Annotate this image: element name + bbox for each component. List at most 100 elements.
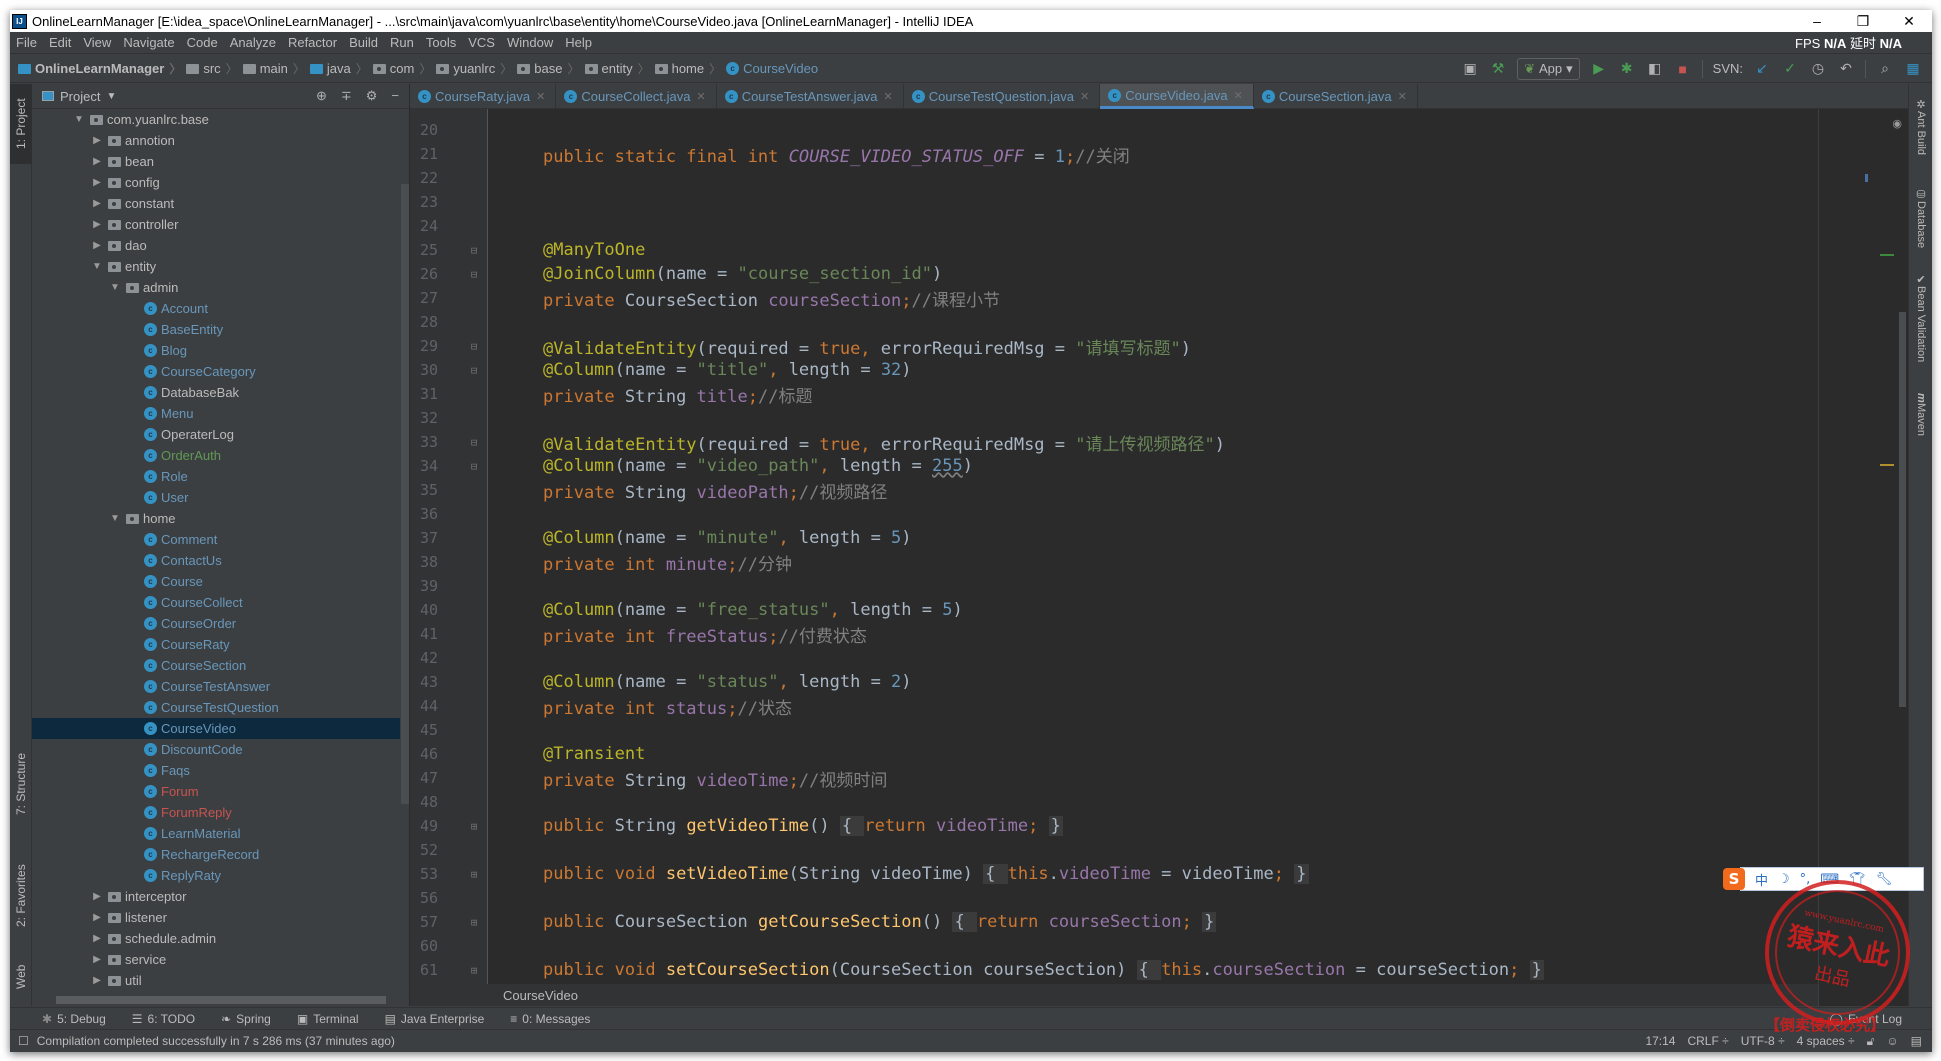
expand-arrow-right-icon[interactable]: ▶	[90, 156, 104, 167]
tree-item-class[interactable]: c Account	[32, 298, 400, 319]
indent-select[interactable]: 4 spaces ÷	[1797, 1034, 1855, 1048]
project-tree-scrollbar[interactable]	[401, 184, 409, 804]
line-number[interactable]: 37	[410, 529, 460, 547]
project-view-select[interactable]: Project	[60, 89, 100, 104]
line-number[interactable]: 49	[410, 817, 460, 835]
breadcrumb-item[interactable]: com 〉	[372, 60, 437, 77]
close-tab-icon[interactable]: ✕	[536, 90, 545, 103]
editor-tab[interactable]: c CourseSection.java ✕	[1254, 84, 1418, 109]
breadcrumb-item[interactable]: home 〉	[654, 60, 727, 77]
code-area[interactable]: 20 21 public static final int COURSE_VIDEO…	[410, 118, 1818, 982]
tree-item-class[interactable]: c CourseCollect	[32, 592, 400, 613]
code-line[interactable]: 29 ⊟ @ValidateEntity(required = true, erro…	[410, 334, 1818, 359]
line-number[interactable]: 26	[410, 265, 460, 283]
code-line[interactable]: 44 private int status;//状态	[410, 694, 1818, 719]
editor-tab[interactable]: c CourseTestQuestion.java ✕	[904, 84, 1101, 109]
code-line[interactable]: 53 ⊞ public void setVideoTime(String video…	[410, 862, 1818, 886]
tree-item-package[interactable]: ▶ bean	[32, 151, 400, 172]
code-line[interactable]: 23	[410, 190, 1818, 214]
punctuation-icon[interactable]: °,	[1800, 872, 1811, 887]
line-number[interactable]: 42	[410, 649, 460, 667]
line-number[interactable]: 22	[410, 169, 460, 187]
line-number[interactable]: 48	[410, 793, 460, 811]
code-line[interactable]: 38 private int minute;//分钟	[410, 550, 1818, 575]
fold-collapse-icon[interactable]: ⊟	[460, 340, 488, 353]
menu-view[interactable]: View	[77, 35, 117, 50]
tree-item-package[interactable]: ▶ interceptor	[32, 886, 400, 907]
line-number[interactable]: 31	[410, 385, 460, 403]
line-number[interactable]: 35	[410, 481, 460, 499]
breadcrumb-item[interactable]: OnlineLearnManager 〉	[18, 60, 186, 77]
build-hammer-icon[interactable]: ⚒	[1489, 60, 1507, 77]
line-number[interactable]: 57	[410, 913, 460, 931]
tree-item-package[interactable]: ▶ schedule.admin	[32, 928, 400, 949]
run-dashboard-icon[interactable]: ▣	[1461, 60, 1479, 77]
code-line[interactable]: 49 ⊞ public String getVideoTime() { return…	[410, 814, 1818, 838]
tool-tab-database[interactable]: ⛁ Database	[1909, 184, 1932, 252]
debug-icon[interactable]: ✱	[1618, 60, 1636, 77]
tree-item-class[interactable]: c ForumReply	[32, 802, 400, 823]
line-number[interactable]: 36	[410, 505, 460, 523]
svn-update-icon[interactable]: ↙	[1753, 60, 1771, 77]
fold-expand-icon[interactable]: ⊞	[460, 964, 488, 977]
tree-item-package[interactable]: ▶ annotion	[32, 130, 400, 151]
menu-tools[interactable]: Tools	[420, 35, 462, 50]
tree-item-class[interactable]: c CourseSection	[32, 655, 400, 676]
editor-tab[interactable]: c CourseVideo.java ✕	[1100, 84, 1254, 109]
moon-icon[interactable]: ☽	[1778, 872, 1790, 887]
line-separator-select[interactable]: CRLF ÷	[1687, 1034, 1728, 1048]
line-number[interactable]: 28	[410, 313, 460, 331]
tree-item-class[interactable]: c RechargeRecord	[32, 844, 400, 865]
line-number[interactable]: 53	[410, 865, 460, 883]
tool-tab-project[interactable]: 1: Project	[10, 84, 32, 164]
menu-refactor[interactable]: Refactor	[282, 35, 343, 50]
line-number[interactable]: 44	[410, 697, 460, 715]
tree-item-package[interactable]: ▼ com.yuanlrc.base	[32, 109, 400, 130]
tree-item-class[interactable]: c Role	[32, 466, 400, 487]
hide-panel-icon[interactable]: −	[391, 88, 399, 104]
tool-window-todo[interactable]: ☰ 6: TODO	[132, 1012, 195, 1026]
tree-item-package[interactable]: ▶ config	[32, 172, 400, 193]
menu-vcs[interactable]: VCS	[462, 35, 501, 50]
tree-item-package[interactable]: ▶ service	[32, 949, 400, 970]
fold-collapse-icon[interactable]: ⊟	[460, 436, 488, 449]
tool-window-java-enterprise[interactable]: ▤ Java Enterprise	[385, 1012, 485, 1026]
breadcrumb-item[interactable]: c CourseVideo	[726, 61, 818, 76]
line-number[interactable]: 38	[410, 553, 460, 571]
line-number[interactable]: 45	[410, 721, 460, 739]
code-line[interactable]: 60	[410, 934, 1818, 958]
status-message[interactable]: Compilation completed successfully in 7 …	[37, 1034, 395, 1048]
line-number[interactable]: 23	[410, 193, 460, 211]
tree-item-class[interactable]: c ContactUs	[32, 550, 400, 571]
revert-icon[interactable]: ↶	[1837, 60, 1855, 77]
menu-code[interactable]: Code	[181, 35, 224, 50]
tool-window-debug[interactable]: ✱ 5: Debug	[42, 1012, 106, 1026]
breadcrumb-item[interactable]: java 〉	[309, 60, 373, 77]
stop-icon[interactable]: ■	[1674, 61, 1692, 77]
tree-item-class[interactable]: c Comment	[32, 529, 400, 550]
tool-tab-ant-build[interactable]: ✲ Ant Build	[1909, 94, 1932, 159]
skin-icon[interactable]: 👕︎	[1849, 872, 1866, 887]
tree-item-class[interactable]: c LearnMaterial	[32, 823, 400, 844]
tree-item-class[interactable]: c DiscountCode	[32, 739, 400, 760]
ime-mode[interactable]: 中	[1755, 870, 1768, 889]
line-number[interactable]: 29	[410, 337, 460, 355]
collapse-all-icon[interactable]: ∓	[341, 88, 352, 104]
tree-item-class[interactable]: c Menu	[32, 403, 400, 424]
editor-breadcrumb-item[interactable]: CourseVideo	[503, 988, 578, 1003]
code-line[interactable]: 39	[410, 574, 1818, 598]
tree-item-package[interactable]: ▶ controller	[32, 214, 400, 235]
editor-tab[interactable]: c CourseCollect.java ✕	[556, 84, 717, 109]
line-number[interactable]: 43	[410, 673, 460, 691]
tree-item-package[interactable]: ▶ util	[32, 970, 400, 991]
maximize-button[interactable]: ❐	[1840, 13, 1886, 30]
locate-file-icon[interactable]: ⊕	[316, 88, 327, 104]
lock-icon[interactable]: 🔓︎	[1867, 1034, 1875, 1049]
expand-arrow-right-icon[interactable]: ▶	[90, 975, 104, 986]
tree-item-package[interactable]: ▼ home	[32, 508, 400, 529]
fold-expand-icon[interactable]: ⊞	[460, 868, 488, 881]
tree-item-class[interactable]: c CourseCategory	[32, 361, 400, 382]
code-line[interactable]: 26 ⊟ @JoinColumn(name = "course_section_id…	[410, 262, 1818, 286]
tool-tab-maven[interactable]: m Maven	[1909, 389, 1932, 440]
ime-toolbar[interactable]: S 中 ☽ °, ⌨ 👕︎ 🔧︎	[1723, 867, 1924, 891]
